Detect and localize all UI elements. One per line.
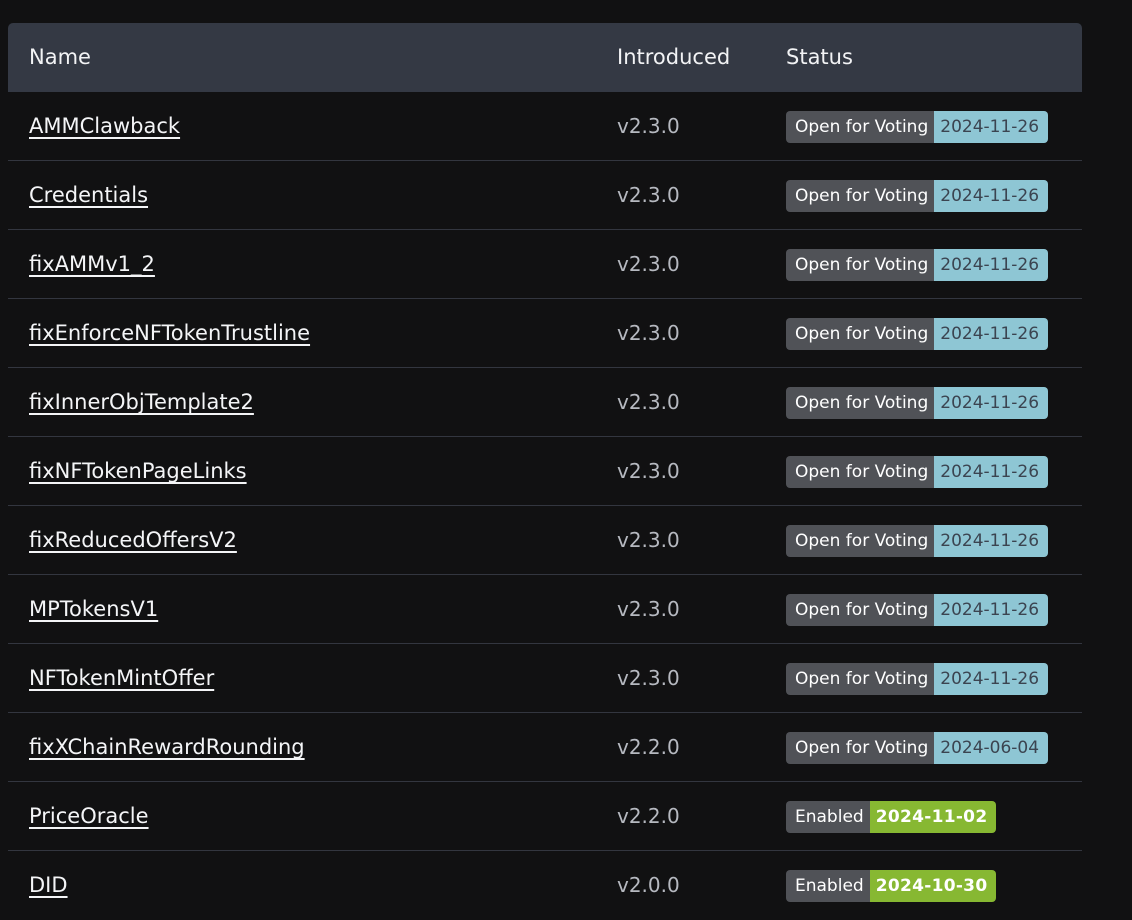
status-date: 2024-06-04	[934, 732, 1049, 764]
status-date: 2024-11-26	[934, 180, 1049, 212]
table-row: NFTokenMintOffer v2.3.0 Open for Voting …	[8, 644, 1082, 713]
table-row: PriceOracle v2.2.0 Enabled 2024-11-02	[8, 782, 1082, 851]
status-badge: Open for Voting 2024-11-26	[786, 180, 1049, 212]
amendment-name-link[interactable]: NFTokenMintOffer	[29, 644, 214, 712]
amendments-table: Name Introduced Status AMMClawback v2.3.…	[8, 23, 1082, 919]
table-row: fixAMMv1_2 v2.3.0 Open for Voting 2024-1…	[8, 230, 1082, 299]
column-header-name: Name	[29, 45, 91, 69]
introduced-version: v2.3.0	[617, 183, 680, 207]
amendment-name-link[interactable]: AMMClawback	[29, 92, 180, 160]
status-date: 2024-11-02	[869, 801, 997, 833]
status-badge: Open for Voting 2024-11-26	[786, 456, 1049, 488]
column-header-introduced: Introduced	[617, 45, 731, 69]
status-badge: Open for Voting 2024-11-26	[786, 525, 1049, 557]
amendment-name-link[interactable]: PriceOracle	[29, 782, 149, 850]
amendment-name-link[interactable]: MPTokensV1	[29, 575, 158, 643]
amendment-name-link[interactable]: DID	[29, 851, 68, 919]
status-badge: Open for Voting 2024-11-26	[786, 249, 1049, 281]
status-badge: Open for Voting 2024-11-26	[786, 318, 1049, 350]
status-date: 2024-11-26	[934, 594, 1049, 626]
status-date: 2024-11-26	[934, 387, 1049, 419]
status-date: 2024-10-30	[869, 870, 997, 902]
status-date: 2024-11-26	[934, 249, 1049, 281]
status-date: 2024-11-26	[934, 663, 1049, 695]
table-row: fixInnerObjTemplate2 v2.3.0 Open for Vot…	[8, 368, 1082, 437]
amendment-name-link[interactable]: fixNFTokenPageLinks	[29, 437, 247, 505]
status-label: Open for Voting	[786, 387, 935, 419]
status-badge: Enabled 2024-10-30	[786, 870, 997, 902]
introduced-version: v2.0.0	[617, 873, 680, 897]
status-badge: Open for Voting 2024-06-04	[786, 732, 1049, 764]
introduced-version: v2.3.0	[617, 114, 680, 138]
status-badge: Open for Voting 2024-11-26	[786, 111, 1049, 143]
introduced-version: v2.3.0	[617, 321, 680, 345]
introduced-version: v2.3.0	[617, 597, 680, 621]
status-date: 2024-11-26	[934, 525, 1049, 557]
introduced-version: v2.3.0	[617, 666, 680, 690]
table-row: AMMClawback v2.3.0 Open for Voting 2024-…	[8, 92, 1082, 161]
status-label: Open for Voting	[786, 525, 935, 557]
status-badge: Open for Voting 2024-11-26	[786, 594, 1049, 626]
table-row: MPTokensV1 v2.3.0 Open for Voting 2024-1…	[8, 575, 1082, 644]
table-row: Credentials v2.3.0 Open for Voting 2024-…	[8, 161, 1082, 230]
status-label: Open for Voting	[786, 594, 935, 626]
amendments-page: Name Introduced Status AMMClawback v2.3.…	[0, 0, 1132, 920]
table-body: AMMClawback v2.3.0 Open for Voting 2024-…	[8, 92, 1082, 919]
table-row: fixXChainRewardRounding v2.2.0 Open for …	[8, 713, 1082, 782]
status-date: 2024-11-26	[934, 111, 1049, 143]
introduced-version: v2.2.0	[617, 804, 680, 828]
status-badge: Open for Voting 2024-11-26	[786, 387, 1049, 419]
introduced-version: v2.2.0	[617, 735, 680, 759]
amendment-name-link[interactable]: fixReducedOffersV2	[29, 506, 237, 574]
status-label: Open for Voting	[786, 456, 935, 488]
introduced-version: v2.3.0	[617, 390, 680, 414]
amendment-name-link[interactable]: fixXChainRewardRounding	[29, 713, 305, 781]
status-label: Open for Voting	[786, 111, 935, 143]
amendment-name-link[interactable]: fixAMMv1_2	[29, 230, 155, 298]
status-label: Open for Voting	[786, 249, 935, 281]
status-label: Open for Voting	[786, 663, 935, 695]
introduced-version: v2.3.0	[617, 528, 680, 552]
table-row: fixEnforceNFTokenTrustline v2.3.0 Open f…	[8, 299, 1082, 368]
introduced-version: v2.3.0	[617, 459, 680, 483]
status-label: Open for Voting	[786, 318, 935, 350]
status-label: Open for Voting	[786, 732, 935, 764]
status-badge: Enabled 2024-11-02	[786, 801, 997, 833]
status-date: 2024-11-26	[934, 456, 1049, 488]
table-row: fixNFTokenPageLinks v2.3.0 Open for Voti…	[8, 437, 1082, 506]
status-badge: Open for Voting 2024-11-26	[786, 663, 1049, 695]
status-label: Enabled	[786, 870, 870, 902]
amendment-name-link[interactable]: fixInnerObjTemplate2	[29, 368, 254, 436]
status-label: Enabled	[786, 801, 870, 833]
status-date: 2024-11-26	[934, 318, 1049, 350]
introduced-version: v2.3.0	[617, 252, 680, 276]
table-row: DID v2.0.0 Enabled 2024-10-30	[8, 851, 1082, 919]
table-header: Name Introduced Status	[8, 23, 1082, 92]
amendment-name-link[interactable]: fixEnforceNFTokenTrustline	[29, 299, 310, 367]
column-header-status: Status	[786, 45, 853, 69]
table-row: fixReducedOffersV2 v2.3.0 Open for Votin…	[8, 506, 1082, 575]
amendment-name-link[interactable]: Credentials	[29, 161, 148, 229]
status-label: Open for Voting	[786, 180, 935, 212]
